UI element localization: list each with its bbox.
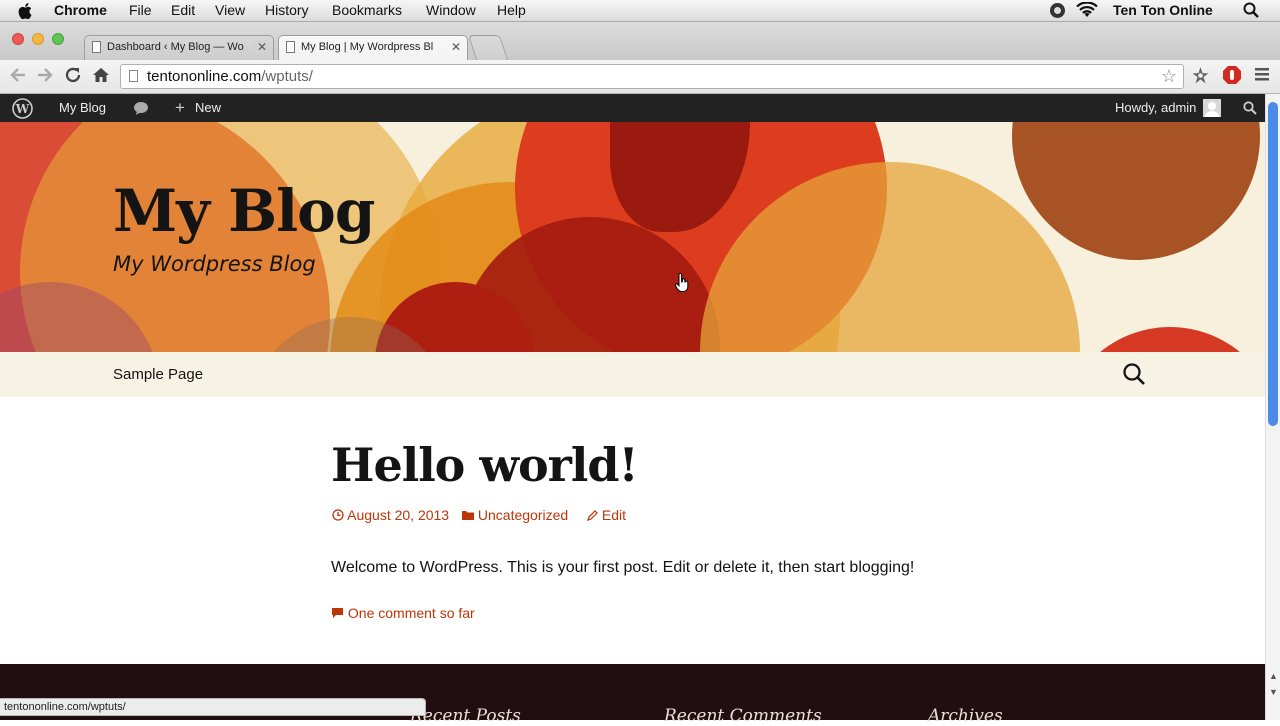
footer-widget-recent-comments: Recent Comments xyxy=(664,706,822,726)
menu-history[interactable]: History xyxy=(265,2,309,18)
forward-icon[interactable] xyxy=(36,66,54,89)
wordpress-logo-icon[interactable]: W xyxy=(12,98,33,122)
minimize-window-button[interactable] xyxy=(32,33,44,45)
address-bar[interactable]: tentononline.com/wptuts/ ☆ xyxy=(120,64,1184,89)
post-content: Welcome to WordPress. This is your first… xyxy=(331,559,915,576)
menu-bookmarks[interactable]: Bookmarks xyxy=(332,2,402,18)
new-tab-button[interactable] xyxy=(467,35,509,60)
svg-text:W: W xyxy=(15,102,30,116)
admin-search-icon[interactable] xyxy=(1243,101,1257,118)
header-circle xyxy=(1012,122,1260,260)
chrome-menu-icon[interactable] xyxy=(1255,66,1269,87)
tab-dashboard[interactable]: Dashboard ‹ My Blog — Wo ✕ xyxy=(84,35,274,60)
post-date-text: August 20, 2013 xyxy=(347,507,450,523)
comment-bubble-icon xyxy=(332,608,343,618)
back-icon[interactable] xyxy=(9,66,27,89)
menubar-user[interactable]: Ten Ton Online xyxy=(1113,2,1213,18)
comments-icon[interactable] xyxy=(133,101,149,119)
menu-help[interactable]: Help xyxy=(497,2,526,18)
header-circle xyxy=(1060,327,1265,352)
post-date[interactable]: August 20, 2013 xyxy=(332,507,449,523)
footer-widget-archives: Archives xyxy=(928,706,1003,726)
zoom-window-button[interactable] xyxy=(52,33,64,45)
page-icon xyxy=(92,41,101,53)
admin-howdy[interactable]: Howdy, admin xyxy=(1115,100,1196,115)
home-icon[interactable] xyxy=(92,66,110,89)
menu-edit[interactable]: Edit xyxy=(171,2,195,18)
site-navigation: Sample Page xyxy=(0,352,1265,397)
status-menu-icon[interactable] xyxy=(1049,2,1066,22)
extension-icon[interactable] xyxy=(1190,65,1211,91)
page-scrollbar[interactable]: ▲ ▼ xyxy=(1265,94,1280,720)
apple-icon[interactable] xyxy=(18,2,34,23)
browser-toolbar: tentononline.com/wptuts/ ☆ xyxy=(0,60,1280,94)
pencil-icon xyxy=(587,510,598,521)
scroll-down-arrow-icon[interactable]: ▼ xyxy=(1269,687,1278,697)
menu-app-name[interactable]: Chrome xyxy=(54,2,107,18)
folder-icon xyxy=(462,511,474,520)
search-icon[interactable] xyxy=(1122,362,1146,391)
scrollbar-thumb[interactable] xyxy=(1268,102,1278,426)
adblock-icon[interactable] xyxy=(1222,65,1242,90)
bookmark-star-icon[interactable]: ☆ xyxy=(1161,66,1177,87)
comments-link-text: One comment so far xyxy=(347,605,475,621)
site-title[interactable]: My Blog xyxy=(113,177,375,245)
post-title[interactable]: Hello world! xyxy=(331,438,639,492)
wp-admin-bar: W My Blog + New Howdy, admin xyxy=(0,94,1265,122)
footer-widget-recent-posts: Recent Posts xyxy=(410,706,521,726)
admin-site-link[interactable]: My Blog xyxy=(59,100,106,115)
page-icon xyxy=(286,41,295,53)
tab-my-blog[interactable]: My Blog | My Wordpress Bl ✕ xyxy=(278,35,468,60)
reload-icon[interactable] xyxy=(64,66,82,89)
site-description: My Wordpress Blog xyxy=(113,252,316,276)
tab-close-icon[interactable]: ✕ xyxy=(253,40,267,54)
post-category[interactable]: Uncategorized xyxy=(462,507,568,523)
nav-item-sample-page[interactable]: Sample Page xyxy=(113,366,203,383)
plus-icon[interactable]: + xyxy=(175,98,185,118)
post-edit-text: Edit xyxy=(601,507,627,523)
tab-title: My Blog | My Wordpress Bl xyxy=(301,41,434,53)
post-edit-link[interactable]: Edit xyxy=(587,507,626,523)
tab-title: Dashboard ‹ My Blog — Wo xyxy=(107,41,244,53)
wifi-icon[interactable] xyxy=(1076,1,1098,22)
url-text: tentononline.com/wptuts/ xyxy=(147,68,313,85)
close-window-button[interactable] xyxy=(12,33,24,45)
status-bar: tentononline.com/wptuts/ xyxy=(0,698,426,716)
tab-strip: Dashboard ‹ My Blog — Wo ✕ My Blog | My … xyxy=(0,22,1280,60)
site-header[interactable]: My Blog My Wordpress Blog xyxy=(0,122,1265,352)
menu-window[interactable]: Window xyxy=(426,2,476,18)
clock-icon xyxy=(332,509,344,521)
scroll-up-arrow-icon[interactable]: ▲ xyxy=(1269,671,1278,681)
mac-menubar: Chrome File Edit View History Bookmarks … xyxy=(0,0,1280,22)
post-category-text: Uncategorized xyxy=(477,507,569,523)
hand-cursor-icon xyxy=(675,272,689,298)
menu-file[interactable]: File xyxy=(129,2,152,18)
comments-link[interactable]: One comment so far xyxy=(331,605,475,621)
avatar[interactable] xyxy=(1203,99,1221,117)
menu-view[interactable]: View xyxy=(215,2,245,18)
admin-new-link[interactable]: New xyxy=(195,100,221,115)
page-icon xyxy=(129,70,138,82)
tab-close-icon[interactable]: ✕ xyxy=(447,40,461,54)
spotlight-icon[interactable] xyxy=(1243,2,1259,21)
